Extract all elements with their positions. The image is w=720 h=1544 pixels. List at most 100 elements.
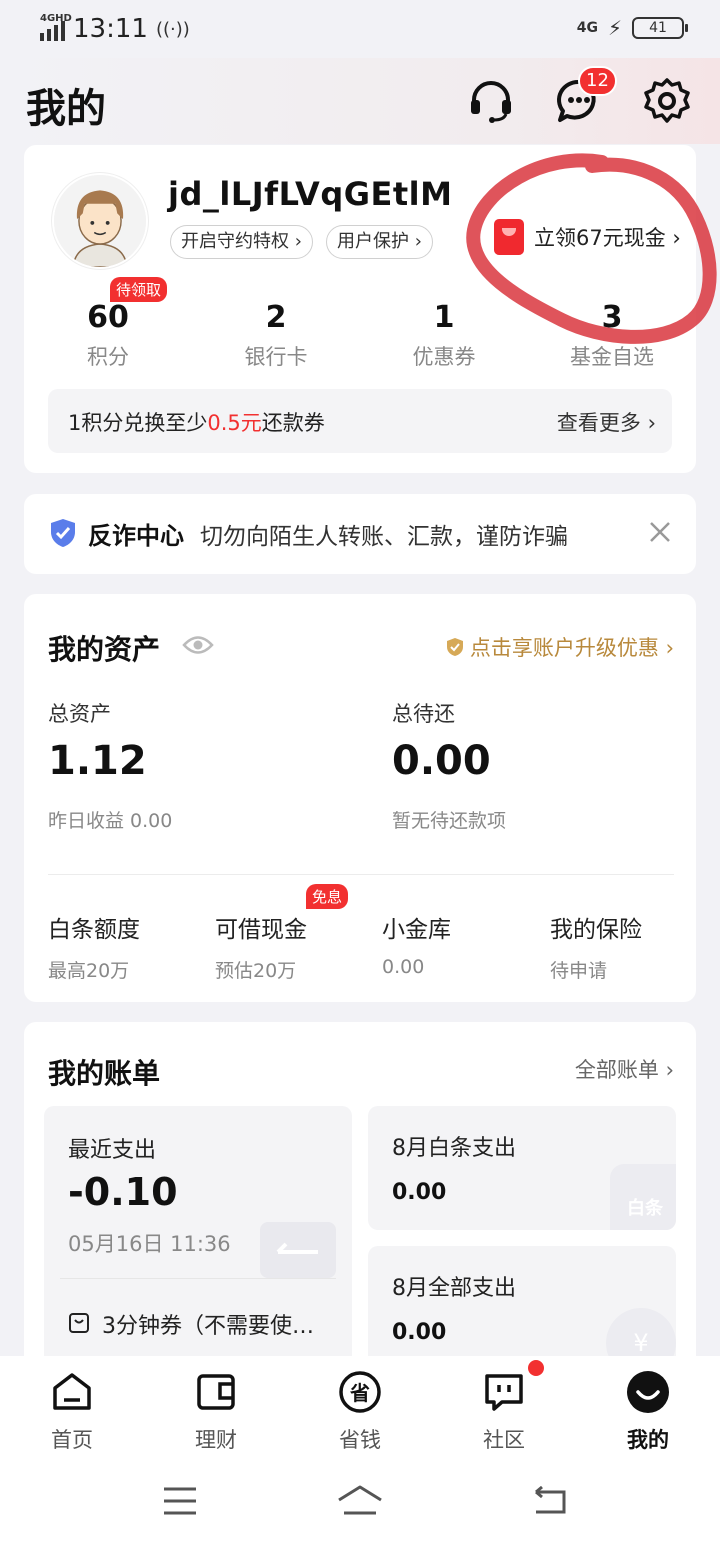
nav-finance[interactable]: 理财 bbox=[144, 1356, 288, 1456]
svg-text:省: 省 bbox=[349, 1381, 370, 1405]
quick-item-title: 小金库 bbox=[382, 917, 451, 943]
quick-item-sub: 预估20万 bbox=[215, 960, 297, 982]
bills-title: 我的账单 bbox=[48, 1057, 161, 1090]
interest-free-tag: 免息 bbox=[306, 884, 349, 909]
recent-expense-box[interactable]: 最近支出 -0.10 05月16日 11:36 3分钟券（不需要使… bbox=[44, 1106, 352, 1386]
bank-card-stat[interactable]: 2 银行卡 bbox=[192, 297, 360, 371]
my-bills-card: 我的账单 全部账单 › 最近支出 -0.10 05月16日 11:36 3分钟券… bbox=[24, 1022, 696, 1386]
page-header: 我的 12 bbox=[0, 58, 720, 144]
recent-expense-date: 05月16日 11:36 bbox=[68, 1232, 231, 1256]
baitiao-expense-value: 0.00 bbox=[392, 1180, 447, 1205]
fund-watchlist-value: 3 bbox=[601, 300, 623, 335]
nav-label: 理财 bbox=[195, 1428, 237, 1452]
baitiao-expense-box[interactable]: 8月白条支出 0.00 白条 bbox=[368, 1106, 676, 1230]
settings-gear-icon[interactable] bbox=[642, 76, 692, 126]
nav-home[interactable]: 首页 bbox=[0, 1356, 144, 1456]
recent-expense-label: 最近支出 bbox=[68, 1138, 157, 1163]
nav-label: 我的 bbox=[627, 1428, 669, 1452]
bag-icon bbox=[69, 1313, 89, 1333]
points-label: 积分 bbox=[87, 345, 129, 369]
anti-fraud-banner[interactable]: 反诈中心 切勿向陌生人转账、汇款，谨防诈骗 bbox=[24, 494, 696, 574]
charging-icon: ⚡ bbox=[607, 16, 622, 40]
points-value: 60 bbox=[87, 300, 129, 335]
account-stats: 待领取 60 积分 2 银行卡 1 优惠券 3 基金自选 bbox=[24, 277, 696, 371]
nav-label: 省钱 bbox=[339, 1428, 381, 1452]
my-insurance-item[interactable]: 我的保险 待申请 bbox=[550, 910, 642, 983]
divider bbox=[60, 1278, 336, 1279]
save-money-icon: 省 bbox=[339, 1371, 381, 1413]
points-exchange-text: 1积分兑换至少0.5元还款券 bbox=[68, 407, 325, 437]
total-assets-label: 总资产 bbox=[48, 702, 111, 726]
red-packet-icon bbox=[494, 219, 524, 255]
quick-item-title: 白条额度 bbox=[48, 917, 140, 943]
pending-claim-tag: 待领取 bbox=[110, 277, 168, 302]
points-exchange-bar[interactable]: 1积分兑换至少0.5元还款券 查看更多 › bbox=[48, 389, 672, 453]
borrow-cash-item[interactable]: 可借现金 预估20万 bbox=[215, 910, 307, 983]
view-more-link[interactable]: 查看更多 › bbox=[557, 407, 656, 437]
baitiao-icon: 白条 bbox=[610, 1164, 676, 1230]
divider bbox=[48, 874, 674, 875]
account-upgrade-label: 点击享账户升级优惠 › bbox=[469, 636, 674, 660]
nav-label: 首页 bbox=[51, 1428, 93, 1452]
coupon-value: 1 bbox=[433, 300, 455, 335]
fund-watchlist-label: 基金自选 bbox=[570, 345, 654, 369]
total-assets-value: 1.12 bbox=[48, 738, 147, 784]
quick-item-sub: 0.00 bbox=[382, 956, 425, 978]
back-icon[interactable] bbox=[530, 1486, 568, 1516]
quick-item-title: 可借现金 bbox=[215, 917, 307, 943]
points-stat[interactable]: 待领取 60 积分 bbox=[24, 277, 192, 371]
profile-card: jd_lLJfLVqGEtlM 开启守约特权 › 用户保护 › 立领67元现金 … bbox=[24, 145, 696, 473]
nav-mine[interactable]: 我的 bbox=[576, 1356, 720, 1456]
repay-note: 暂无待还款项 bbox=[392, 810, 507, 832]
user-protection-chip[interactable]: 用户保护 › bbox=[326, 225, 433, 259]
quick-item-sub: 待申请 bbox=[550, 960, 608, 982]
shield-icon bbox=[51, 519, 75, 547]
chat-icon bbox=[485, 1374, 523, 1411]
nav-label: 社区 bbox=[483, 1428, 525, 1452]
all-expense-label: 8月全部支出 bbox=[392, 1276, 516, 1301]
points-text-prefix: 1积分兑换至少 bbox=[68, 411, 208, 435]
recent-expense-item: 3分钟券（不需要使… bbox=[102, 1314, 314, 1339]
signal-icon: 4GHD bbox=[40, 13, 72, 41]
all-bills-link[interactable]: 全部账单 › bbox=[575, 1054, 674, 1084]
profile-face-icon bbox=[627, 1371, 669, 1413]
points-text-suffix: 还款券 bbox=[261, 411, 325, 435]
fund-watchlist-stat[interactable]: 3 基金自选 bbox=[528, 297, 696, 371]
close-icon[interactable] bbox=[648, 520, 672, 544]
username[interactable]: jd_lLJfLVqGEtlM bbox=[168, 175, 452, 213]
anti-fraud-message: 切勿向陌生人转账、汇款，谨防诈骗 bbox=[200, 524, 568, 550]
home-button-icon[interactable] bbox=[336, 1484, 384, 1516]
clock: 13:11 bbox=[73, 14, 148, 44]
hotspot-icon: ((·)) bbox=[155, 18, 190, 40]
eye-icon[interactable] bbox=[182, 634, 214, 656]
cash-offer-button[interactable]: 立领67元现金 › bbox=[494, 213, 681, 261]
home-icon bbox=[53, 1373, 91, 1410]
status-bar: 4GHD 13:11 ((·)) 4G ⚡ 41 bbox=[0, 0, 720, 58]
baitiao-expense-label: 8月白条支出 bbox=[392, 1136, 516, 1161]
battery-icon: 41 bbox=[632, 17, 688, 39]
coupon-stat[interactable]: 1 优惠券 bbox=[360, 297, 528, 371]
system-nav-bar bbox=[0, 1456, 720, 1544]
account-upgrade-link[interactable]: 点击享账户升级优惠 › bbox=[446, 632, 674, 662]
customer-service-icon[interactable] bbox=[466, 76, 516, 126]
bottom-nav: 首页 理财 省 省钱 社区 我的 bbox=[0, 1356, 720, 1456]
nav-save-money[interactable]: 省 省钱 bbox=[288, 1356, 432, 1456]
small-vault-item[interactable]: 小金库 0.00 bbox=[382, 910, 451, 978]
network-type-label: 4GHD bbox=[40, 13, 72, 24]
points-text-highlight: 0.5元 bbox=[207, 411, 262, 435]
gold-shield-icon bbox=[446, 638, 463, 656]
bank-card-label: 银行卡 bbox=[244, 345, 308, 369]
total-repay-value: 0.00 bbox=[392, 738, 491, 784]
quick-item-title: 我的保险 bbox=[550, 917, 642, 943]
avatar[interactable] bbox=[52, 173, 148, 269]
credit-privilege-chip[interactable]: 开启守约特权 › bbox=[170, 225, 313, 259]
total-assets-block[interactable]: 总资产 1.12 昨日收益 0.00 bbox=[48, 698, 172, 833]
coupon-label: 优惠券 bbox=[412, 345, 476, 369]
nav-community[interactable]: 社区 bbox=[432, 1356, 576, 1456]
total-repay-block[interactable]: 总待还 0.00 暂无待还款项 bbox=[392, 698, 506, 833]
menu-icon[interactable] bbox=[162, 1486, 198, 1516]
baitiao-limit-item[interactable]: 白条额度 最高20万 bbox=[48, 910, 140, 983]
network-4g-label: 4G bbox=[576, 20, 598, 36]
anti-fraud-title: 反诈中心 bbox=[88, 522, 184, 550]
my-assets-card: 我的资产 点击享账户升级优惠 › 总资产 1.12 昨日收益 0.00 总待还 … bbox=[24, 594, 696, 1002]
